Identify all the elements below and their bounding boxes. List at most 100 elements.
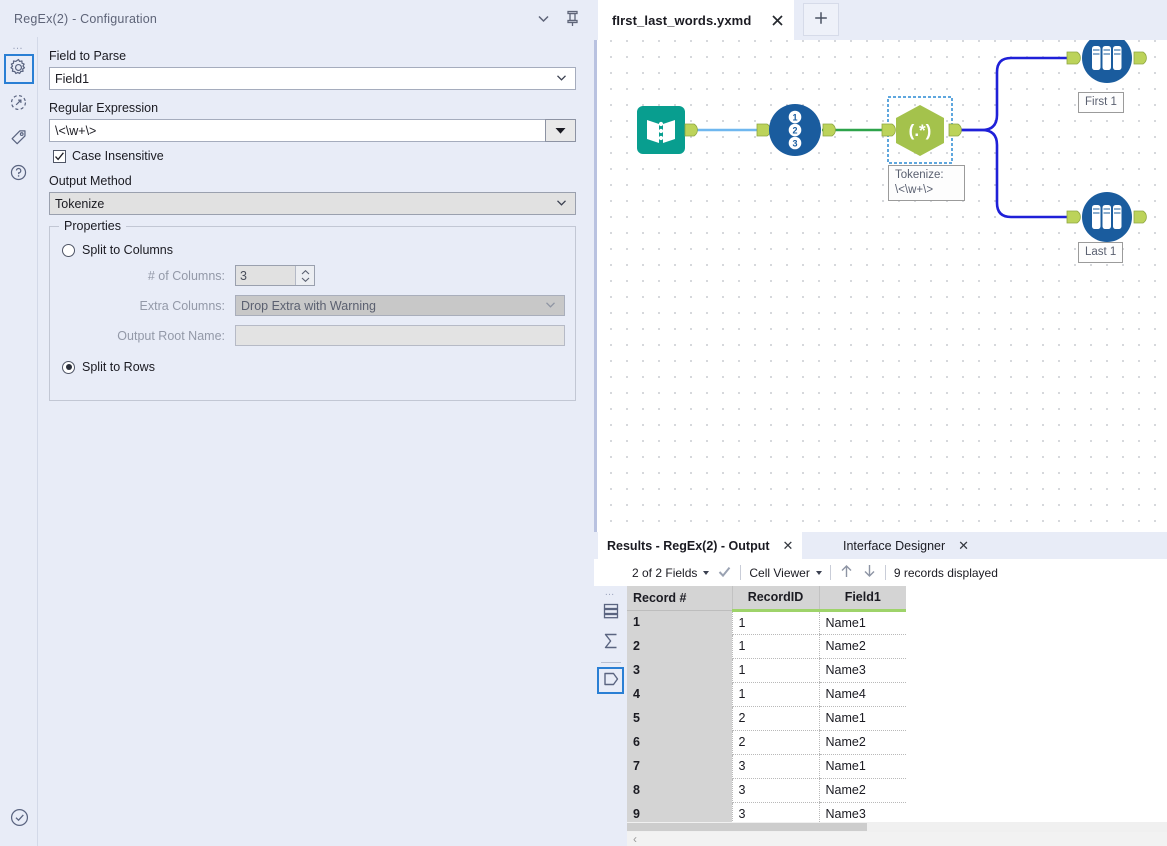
field-to-parse-label: Field to Parse bbox=[49, 49, 127, 63]
case-insensitive-row[interactable]: Case Insensitive bbox=[53, 149, 576, 163]
regular-expression-dropdown-button[interactable] bbox=[545, 119, 576, 142]
cell-recordid[interactable]: 3 bbox=[731, 754, 819, 779]
column-header-record-number[interactable]: Record # bbox=[627, 586, 732, 611]
results-rail-drag-handle[interactable]: … bbox=[605, 588, 617, 598]
help-icon bbox=[9, 163, 28, 185]
table-row[interactable]: 2 1 Name2 bbox=[627, 634, 906, 659]
workflow-valid-status-icon[interactable] bbox=[4, 802, 34, 832]
results-view-profile[interactable] bbox=[597, 629, 624, 656]
pin-icon[interactable] bbox=[565, 10, 580, 27]
cell-recordid[interactable]: 1 bbox=[731, 682, 819, 707]
output-root-name-input[interactable] bbox=[235, 325, 565, 346]
table-row[interactable]: 3 1 Name3 bbox=[627, 658, 906, 683]
split-to-columns-label: Split to Columns bbox=[82, 243, 174, 257]
regular-expression-label: Regular Expression bbox=[49, 101, 159, 115]
cell-field1[interactable]: Name2 bbox=[818, 778, 906, 803]
split-to-rows-radio[interactable] bbox=[62, 360, 75, 374]
tab-interface-designer[interactable]: Interface Designer ✕ bbox=[834, 532, 978, 559]
scroll-up-arrow-icon[interactable] bbox=[839, 563, 854, 582]
workflow-canvas[interactable]: 1 2 3 (.*) Tokenize: \<\w+\> First 1 Las… bbox=[594, 40, 1167, 532]
annotation-tag-icon bbox=[9, 128, 28, 150]
results-view-metadata[interactable] bbox=[597, 667, 624, 694]
fields-selector[interactable]: 2 of 2 Fields bbox=[632, 566, 710, 580]
new-tab-button[interactable] bbox=[803, 3, 839, 36]
split-to-columns-radio[interactable] bbox=[62, 243, 75, 257]
regular-expression-row: \<\w+\> bbox=[49, 119, 576, 142]
records-displayed-status: 9 records displayed bbox=[893, 565, 998, 580]
table-row[interactable]: 4 1 Name4 bbox=[627, 682, 906, 707]
browse-last-label: Last 1 bbox=[1078, 242, 1124, 263]
browse-tool-first bbox=[1066, 40, 1147, 83]
chevron-down-icon bbox=[544, 298, 557, 314]
column-header-recordid[interactable]: RecordID bbox=[731, 586, 819, 612]
output-method-group: Output Method Tokenize bbox=[49, 174, 576, 215]
browse-first-label: First 1 bbox=[1078, 92, 1124, 113]
table-row[interactable]: 1 1 Name1 bbox=[627, 610, 906, 635]
workflow-area: fIrst_last_words.yxmd 1 2 3 (.*) Tokeniz… bbox=[594, 0, 1167, 846]
scrollbar-thumb[interactable] bbox=[627, 823, 867, 831]
results-horizontal-scrollbar[interactable] bbox=[627, 822, 1167, 832]
results-view-data-grid[interactable] bbox=[597, 599, 624, 626]
scroll-down-arrow-icon[interactable] bbox=[862, 563, 877, 582]
chevron-down-icon[interactable] bbox=[536, 11, 551, 26]
svg-text:3: 3 bbox=[792, 138, 797, 148]
output-method-select[interactable]: Tokenize bbox=[49, 192, 576, 215]
results-table: Record # RecordID Field1 1 1 Name1 2 1 Name2… bbox=[627, 586, 906, 827]
toolbar-divider bbox=[740, 565, 742, 580]
cell-recordid[interactable]: 3 bbox=[731, 778, 819, 803]
cell-field1[interactable]: Name2 bbox=[818, 634, 906, 659]
cell-recordid[interactable]: 1 bbox=[731, 634, 819, 659]
apply-fields-check-icon[interactable] bbox=[717, 564, 732, 582]
cell-record-number: 7 bbox=[627, 754, 732, 778]
split-to-columns-option[interactable]: Split to Columns bbox=[62, 243, 565, 257]
workflow-tab[interactable]: fIrst_last_words.yxmd bbox=[598, 0, 795, 40]
cell-record-number: 3 bbox=[627, 658, 732, 682]
cell-field1[interactable]: Name1 bbox=[818, 610, 906, 635]
cell-field1[interactable]: Name4 bbox=[818, 682, 906, 707]
cell-field1[interactable]: Name1 bbox=[818, 754, 906, 779]
properties-fieldset: Properties Split to Columns # of Columns… bbox=[49, 219, 576, 401]
scroll-left-arrow-icon[interactable]: ‹ bbox=[633, 832, 637, 846]
regular-expression-value: \<\w+\> bbox=[55, 123, 97, 138]
extra-columns-select[interactable]: Drop Extra with Warning bbox=[235, 295, 565, 316]
field-to-parse-select[interactable]: Field1 bbox=[49, 67, 576, 90]
cell-record-number: 8 bbox=[627, 778, 732, 802]
column-header-field1[interactable]: Field1 bbox=[818, 586, 906, 612]
sidebar-item-configuration[interactable] bbox=[3, 54, 34, 84]
output-root-name-row: Output Root Name: bbox=[60, 325, 565, 346]
chevron-down-icon bbox=[703, 570, 710, 575]
table-row[interactable]: 7 3 Name1 bbox=[627, 754, 906, 779]
runtime-icon bbox=[9, 93, 28, 115]
table-row[interactable]: 8 3 Name2 bbox=[627, 778, 906, 803]
case-insensitive-checkbox[interactable] bbox=[53, 149, 66, 163]
table-row[interactable]: 6 2 Name2 bbox=[627, 730, 906, 755]
case-insensitive-label: Case Insensitive bbox=[72, 149, 164, 163]
toolbar-divider bbox=[884, 565, 886, 580]
rail-drag-handle[interactable]: … bbox=[12, 41, 25, 52]
sidebar-item-runtime[interactable] bbox=[4, 89, 34, 119]
cell-record-number: 4 bbox=[627, 682, 732, 706]
cell-viewer-selector[interactable]: Cell Viewer bbox=[749, 566, 822, 580]
table-row[interactable]: 5 2 Name1 bbox=[627, 706, 906, 731]
cell-recordid[interactable]: 2 bbox=[731, 730, 819, 755]
cell-field1[interactable]: Name2 bbox=[818, 730, 906, 755]
results-data-grid[interactable]: Record # RecordID Field1 1 1 Name1 2 1 Name2… bbox=[627, 586, 1167, 846]
num-columns-stepper[interactable]: 3 bbox=[235, 265, 315, 286]
split-to-rows-option[interactable]: Split to Rows bbox=[62, 360, 565, 374]
sidebar-item-help[interactable] bbox=[4, 159, 34, 189]
cell-recordid[interactable]: 1 bbox=[731, 610, 819, 635]
cell-recordid[interactable]: 2 bbox=[731, 706, 819, 731]
toolbar-divider bbox=[829, 565, 831, 580]
tab-interface-designer-label: Interface Designer bbox=[843, 538, 946, 553]
cell-recordid[interactable]: 1 bbox=[731, 658, 819, 683]
close-icon[interactable] bbox=[768, 11, 786, 29]
regular-expression-input[interactable]: \<\w+\> bbox=[49, 119, 545, 142]
cell-field1[interactable]: Name1 bbox=[818, 706, 906, 731]
sidebar-item-annotation[interactable] bbox=[4, 124, 34, 154]
cell-field1[interactable]: Name3 bbox=[818, 658, 906, 683]
close-icon[interactable]: ✕ bbox=[958, 538, 969, 554]
tab-results-output[interactable]: Results - RegEx(2) - Output ✕ bbox=[598, 532, 803, 559]
close-icon[interactable]: ✕ bbox=[783, 538, 794, 554]
table-body: 1 1 Name1 2 1 Name2 3 1 Name3 4 1 Name4 5 2 Name1 … bbox=[627, 610, 906, 827]
stepper-arrows-icon[interactable] bbox=[295, 266, 314, 285]
